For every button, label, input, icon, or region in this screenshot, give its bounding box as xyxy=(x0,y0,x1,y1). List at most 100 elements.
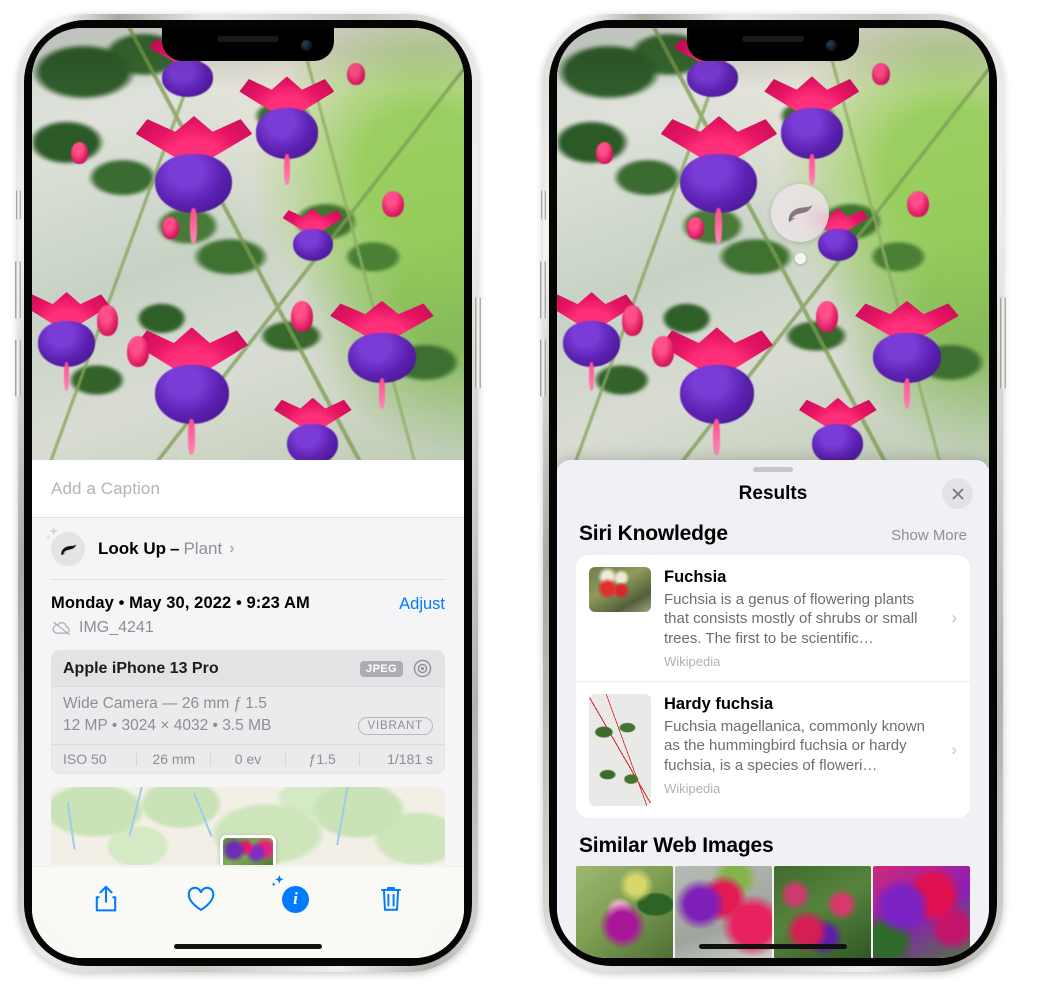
power-button[interactable] xyxy=(1000,297,1006,389)
leaf-icon xyxy=(788,204,813,222)
screenshot-root: Add a Caption Look Up – Plant › Monday •… xyxy=(0,0,1055,985)
page-title: Results xyxy=(738,483,808,504)
silence-switch[interactable] xyxy=(16,190,21,220)
exif-row: ISO 50 26 mm 0 ev ƒ1.5 1/181 s xyxy=(52,744,444,773)
knowledge-source: Wikipedia xyxy=(664,781,721,797)
list-item[interactable]: Fuchsia Fuchsia is a genus of flowering … xyxy=(576,555,970,681)
date-row: Monday • May 30, 2022 • 9:23 AM IMG_4241… xyxy=(32,580,464,637)
location-map[interactable] xyxy=(51,787,445,865)
leaf-chip xyxy=(45,526,85,566)
front-camera-icon xyxy=(301,40,312,51)
look-up-row[interactable]: Look Up – Plant › xyxy=(32,518,464,579)
knowledge-thumbnail xyxy=(589,694,651,807)
photo-viewer[interactable] xyxy=(32,28,464,468)
knowledge-description: Fuchsia is a genus of flowering plants t… xyxy=(664,590,918,647)
photo-vignette xyxy=(32,28,464,468)
sparkles-icon xyxy=(45,526,59,540)
left-screen: Add a Caption Look Up – Plant › Monday •… xyxy=(32,28,464,958)
list-item[interactable]: Hardy fuchsia Fuchsia magellanica, commo… xyxy=(576,681,970,818)
caption-input[interactable]: Add a Caption xyxy=(32,460,464,518)
photo-info-sheet: Add a Caption Look Up – Plant › Monday •… xyxy=(32,460,464,958)
home-indicator[interactable] xyxy=(699,944,847,949)
caption-placeholder: Add a Caption xyxy=(51,478,161,498)
share-icon xyxy=(95,885,116,912)
front-camera-icon xyxy=(826,40,837,51)
share-button[interactable] xyxy=(88,881,124,917)
format-badge: JPEG xyxy=(360,660,403,677)
lens-line: Wide Camera — 26 mm ƒ 1.5 xyxy=(63,695,267,712)
results-header: Results xyxy=(557,472,989,516)
exif-ev: 0 ev xyxy=(234,751,262,767)
knowledge-source: Wikipedia xyxy=(664,654,721,670)
map-photo-pin[interactable] xyxy=(220,835,276,865)
look-up-label: Look Up – Plant › xyxy=(98,539,235,559)
map-river xyxy=(335,787,349,846)
volume-up-button[interactable] xyxy=(15,261,21,319)
volume-up-button[interactable] xyxy=(540,261,546,319)
delete-button[interactable] xyxy=(373,881,409,917)
exif-focal: 26 mm xyxy=(152,751,196,767)
volume-down-button[interactable] xyxy=(15,339,21,397)
show-more-button[interactable]: Show More xyxy=(891,527,967,544)
map-river xyxy=(192,792,213,837)
notch xyxy=(162,28,334,61)
visual-look-up-circle[interactable] xyxy=(771,184,829,242)
chevron-right-icon: › xyxy=(951,608,957,628)
siri-knowledge-card: Fuchsia Fuchsia is a genus of flowering … xyxy=(576,555,970,819)
notch xyxy=(687,28,859,61)
chevron-right-icon: › xyxy=(951,740,957,760)
home-indicator[interactable] xyxy=(174,944,322,949)
knowledge-thumbnail xyxy=(589,567,651,612)
adjust-button[interactable]: Adjust xyxy=(399,594,445,614)
similar-images-title: Similar Web Images xyxy=(579,834,774,858)
siri-knowledge-header: Siri Knowledge Show More xyxy=(557,516,989,555)
close-button[interactable] xyxy=(942,478,973,509)
visual-look-up-badge[interactable] xyxy=(771,184,829,264)
cloud-slash-icon xyxy=(52,621,70,636)
earpiece-speaker xyxy=(217,36,279,42)
sparkles-icon xyxy=(271,875,284,887)
knowledge-text: Fuchsia Fuchsia is a genus of flowering … xyxy=(664,567,958,669)
knowledge-title: Hardy fuchsia xyxy=(664,695,774,714)
filename: IMG_4241 xyxy=(79,619,154,636)
date-main: Monday • May 30, 2022 • 9:23 AM IMG_4241 xyxy=(51,594,399,637)
look-up-dash: – xyxy=(170,539,180,558)
left-phone: Add a Caption Look Up – Plant › Monday •… xyxy=(15,14,481,972)
section-title: Siri Knowledge xyxy=(579,522,728,545)
camera-info-card: Apple iPhone 13 Pro JPEG Wide Camera — 2… xyxy=(51,650,445,774)
results-sheet: Results Siri Knowledge Show More Fuchsia… xyxy=(557,460,989,958)
info-button[interactable]: i xyxy=(271,875,314,917)
earpiece-speaker xyxy=(742,36,804,42)
photo-date: Monday • May 30, 2022 • 9:23 AM xyxy=(51,594,310,612)
exif-iso: ISO 50 xyxy=(63,751,107,767)
visual-look-up-dot xyxy=(794,253,806,264)
right-screen: Results Siri Knowledge Show More Fuchsia… xyxy=(557,28,989,958)
info-body: Look Up – Plant › Monday • May 30, 2022 … xyxy=(32,518,464,958)
map-river xyxy=(128,787,144,836)
silence-switch[interactable] xyxy=(541,190,546,220)
knowledge-text: Hardy fuchsia Fuchsia magellanica, commo… xyxy=(664,694,958,796)
volume-down-button[interactable] xyxy=(540,339,546,397)
knowledge-description: Fuchsia magellanica, commonly known as t… xyxy=(664,717,925,774)
heart-icon xyxy=(187,886,214,912)
chevron-right-icon: › xyxy=(229,540,235,557)
knowledge-title: Fuchsia xyxy=(664,568,727,586)
filename-row: IMG_4241 xyxy=(51,619,399,637)
aperture-icon xyxy=(413,659,432,678)
info-glyph: i xyxy=(282,885,309,913)
power-button[interactable] xyxy=(475,297,481,389)
map-river xyxy=(66,802,76,850)
trash-icon xyxy=(380,887,401,911)
right-phone: Results Siri Knowledge Show More Fuchsia… xyxy=(540,14,1006,972)
favorite-button[interactable] xyxy=(183,881,219,917)
photo-viewer[interactable] xyxy=(557,28,989,468)
similar-image-thumbnail[interactable] xyxy=(576,866,673,958)
photographic-style-badge: VIBRANT xyxy=(357,717,433,735)
camera-device: Apple iPhone 13 Pro xyxy=(63,659,219,677)
similar-image-thumbnail[interactable] xyxy=(873,866,970,958)
camera-header: Apple iPhone 13 Pro JPEG xyxy=(52,651,444,687)
camera-specs: Wide Camera — 26 mm ƒ 1.5 12 MP • 3024 ×… xyxy=(52,687,444,744)
look-up-subject: Plant xyxy=(183,539,223,558)
close-icon xyxy=(952,488,963,499)
look-up-title: Look Up xyxy=(98,539,166,558)
